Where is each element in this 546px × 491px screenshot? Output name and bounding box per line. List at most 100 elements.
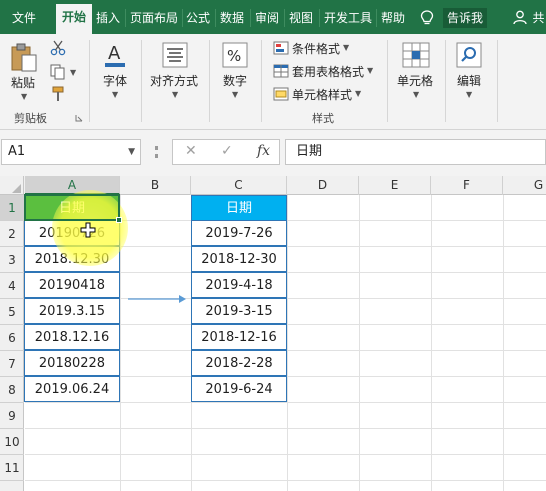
- tell-me-search[interactable]: 告诉我: [443, 8, 488, 28]
- column-header-e[interactable]: E: [359, 176, 431, 195]
- tab-view[interactable]: 视图: [286, 7, 316, 29]
- cancel-icon[interactable]: ✕: [185, 143, 197, 159]
- cell-a2[interactable]: 20190726: [24, 220, 120, 246]
- svg-text:A: A: [108, 43, 121, 64]
- styles-group: 条件格式 ▼ 套用表格格式 ▼ 单元格样式 ▼ 样式: [262, 34, 386, 126]
- cells-dropdown-icon[interactable]: ▼: [413, 90, 419, 99]
- cell-a5[interactable]: 2019.3.15: [24, 298, 120, 324]
- lightbulb-icon[interactable]: [420, 10, 434, 26]
- column-header-g[interactable]: G: [503, 176, 546, 195]
- conditional-formatting-icon[interactable]: [273, 41, 289, 55]
- select-all-button[interactable]: [0, 176, 24, 195]
- editing-label[interactable]: 编辑: [457, 72, 481, 89]
- column-header-f[interactable]: F: [431, 176, 503, 195]
- number-dropdown-icon[interactable]: ▼: [232, 90, 238, 99]
- cross-cursor-icon: [80, 222, 96, 238]
- tab-help[interactable]: 帮助: [378, 7, 408, 29]
- row-header-5[interactable]: 5: [0, 299, 24, 325]
- clipboard-group-label: 剪贴板: [14, 112, 47, 125]
- dialog-launcher-icon[interactable]: [75, 114, 83, 122]
- row-header-10[interactable]: 10: [0, 429, 24, 455]
- cell-c4[interactable]: 2019-4-18: [191, 272, 287, 298]
- cell-c2[interactable]: 2019-7-26: [191, 220, 287, 246]
- tab-developer[interactable]: 开发工具: [321, 7, 375, 29]
- paste-dropdown-icon[interactable]: ▼: [21, 92, 27, 101]
- gridline: [503, 195, 504, 491]
- font-icon[interactable]: A: [103, 40, 127, 70]
- row-header-11[interactable]: 11: [0, 455, 24, 481]
- font-dropdown-icon[interactable]: ▼: [112, 90, 118, 99]
- paste-label[interactable]: 粘贴: [11, 74, 35, 91]
- cells-group: 单元格 ▼: [388, 34, 444, 126]
- cell-a8[interactable]: 2019.06.24: [24, 376, 120, 402]
- format-painter-icon[interactable]: [50, 86, 66, 102]
- cell-c5[interactable]: 2019-3-15: [191, 298, 287, 324]
- cell-c7[interactable]: 2018-2-28: [191, 350, 287, 376]
- share-button[interactable]: 共: [531, 7, 546, 29]
- gridline: [25, 402, 546, 403]
- editing-dropdown-icon[interactable]: ▼: [466, 90, 472, 99]
- svg-text:%: %: [227, 47, 241, 65]
- cell-c8[interactable]: 2019-6-24: [191, 376, 287, 402]
- format-as-table-icon[interactable]: [273, 64, 289, 78]
- name-box-dropdown-icon[interactable]: ▼: [128, 140, 135, 164]
- fill-handle[interactable]: [116, 217, 122, 223]
- copy-icon[interactable]: [50, 64, 66, 80]
- number-label[interactable]: 数字: [223, 72, 247, 89]
- format-as-table-label[interactable]: 套用表格格式: [292, 63, 364, 80]
- name-box[interactable]: A1 ▼: [1, 139, 141, 165]
- tab-data[interactable]: 数据: [217, 7, 247, 29]
- row-header-6[interactable]: 6: [0, 325, 24, 351]
- column-header-c[interactable]: C: [191, 176, 287, 195]
- row-header-9[interactable]: 9: [0, 403, 24, 429]
- copy-dropdown-icon[interactable]: ▼: [70, 68, 76, 77]
- cell-styles-dropdown-icon[interactable]: ▼: [355, 89, 361, 98]
- column-header-d[interactable]: D: [287, 176, 359, 195]
- enter-icon[interactable]: ✓: [221, 143, 233, 159]
- conditional-formatting-label[interactable]: 条件格式: [292, 40, 340, 57]
- row-header-1[interactable]: 1: [0, 195, 24, 221]
- search-icon[interactable]: [456, 42, 482, 68]
- row-header-4[interactable]: 4: [0, 273, 24, 299]
- formula-bar-grip[interactable]: [155, 146, 158, 158]
- tab-formulas[interactable]: 公式: [183, 7, 213, 29]
- column-headers: A B C D E F G: [0, 176, 546, 195]
- insert-function-button[interactable]: fx: [257, 143, 270, 159]
- column-header-a[interactable]: A: [25, 176, 120, 195]
- cell-a1[interactable]: 日期: [24, 195, 120, 221]
- cell-styles-icon[interactable]: [273, 87, 289, 101]
- cell-a4[interactable]: 20190418: [24, 272, 120, 298]
- alignment-label[interactable]: 对齐方式: [150, 72, 198, 89]
- format-as-table-dropdown-icon[interactable]: ▼: [367, 66, 373, 75]
- alignment-icon[interactable]: [162, 42, 188, 68]
- cell-styles-label[interactable]: 单元格样式: [292, 86, 352, 103]
- cell-a3[interactable]: 2018.12.30: [24, 246, 120, 272]
- row-header-2[interactable]: 2: [0, 221, 24, 247]
- cells-icon[interactable]: [402, 42, 430, 68]
- conditional-formatting-dropdown-icon[interactable]: ▼: [343, 43, 349, 52]
- cut-icon[interactable]: [50, 40, 66, 56]
- font-label[interactable]: 字体: [103, 72, 127, 89]
- cell-c3[interactable]: 2018-12-30: [191, 246, 287, 272]
- cell-a7[interactable]: 20180228: [24, 350, 120, 376]
- alignment-dropdown-icon[interactable]: ▼: [172, 90, 178, 99]
- paste-icon[interactable]: [10, 42, 38, 72]
- tab-page-layout[interactable]: 页面布局: [127, 7, 181, 29]
- percent-icon[interactable]: %: [222, 42, 248, 68]
- cells-label[interactable]: 单元格: [397, 72, 433, 89]
- tab-separator: [376, 9, 377, 27]
- ribbon-tab-bar: 文件 开始 插入 页面布局 公式 数据 审阅 视图 开发工具 帮助 告诉我 共: [0, 0, 546, 34]
- tab-insert[interactable]: 插入: [93, 7, 123, 29]
- cell-c6[interactable]: 2018-12-16: [191, 324, 287, 350]
- tab-home[interactable]: 开始: [56, 4, 92, 34]
- column-header-b[interactable]: B: [120, 176, 191, 195]
- person-icon[interactable]: [513, 10, 527, 25]
- tab-file[interactable]: 文件: [4, 7, 44, 29]
- row-header-3[interactable]: 3: [0, 247, 24, 273]
- row-header-8[interactable]: 8: [0, 377, 24, 403]
- cell-a6[interactable]: 2018.12.16: [24, 324, 120, 350]
- row-header-7[interactable]: 7: [0, 351, 24, 377]
- formula-input[interactable]: 日期: [285, 139, 546, 165]
- tab-review[interactable]: 审阅: [252, 7, 282, 29]
- cell-c1[interactable]: 日期: [191, 195, 287, 221]
